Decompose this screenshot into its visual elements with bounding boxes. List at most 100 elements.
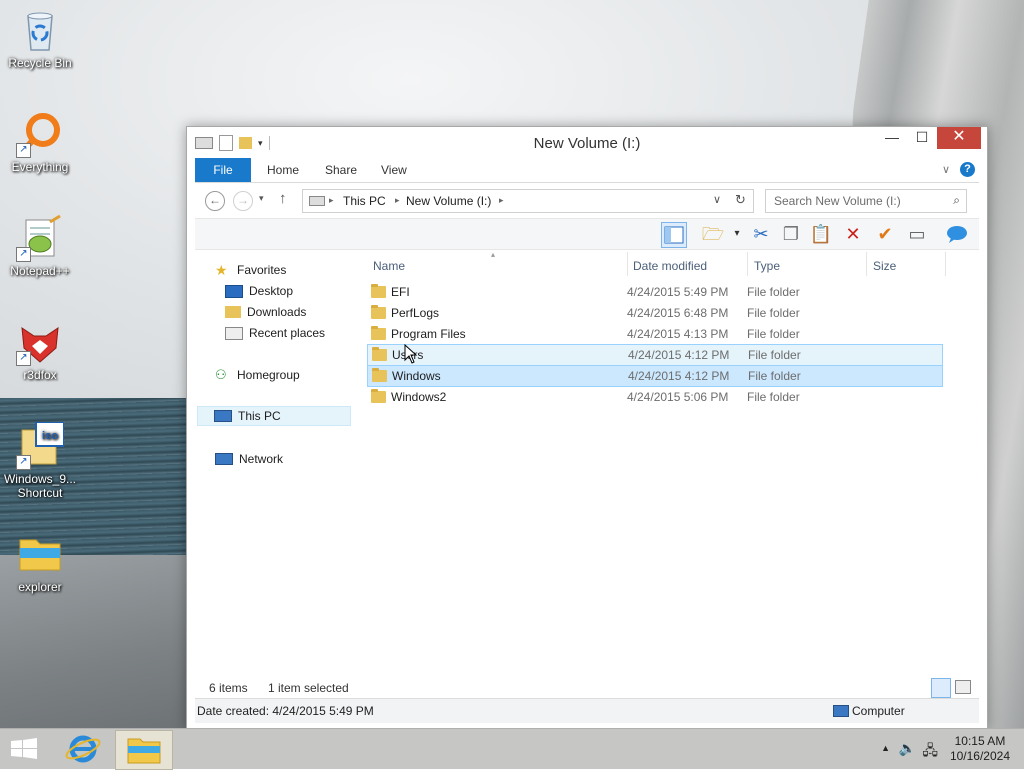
column-header-name[interactable]: Name [373,256,405,276]
column-divider[interactable] [747,252,748,276]
desktop-icon-recycle-bin[interactable]: Recycle Bin [0,6,80,70]
ribbon-expand-icon[interactable]: ∨ [942,163,950,176]
file-name: Windows2 [391,390,447,404]
file-row-program-files[interactable]: Program Files 4/24/2015 4:13 PM File fol… [367,324,941,344]
breadcrumb-this-pc[interactable]: This PC [343,194,386,208]
chat-bubble-icon[interactable] [945,222,969,246]
file-explorer-icon [127,738,161,764]
details-view-icon[interactable] [931,678,951,698]
recent-locations-chevron-icon[interactable]: ▾ [259,193,264,204]
desktop-icon [225,284,243,298]
cut-icon[interactable]: ✂ [749,222,773,246]
file-date: 4/24/2015 4:12 PM [628,348,730,362]
tab-file[interactable]: File [195,158,251,182]
file-name: PerfLogs [391,306,440,320]
delete-icon[interactable]: ✕ [841,222,865,246]
svg-text:iso: iso [42,430,58,442]
forward-button[interactable]: → [233,191,253,211]
homegroup-icon: ⚇ [215,367,227,382]
file-date: 4/24/2015 5:49 PM [627,285,729,299]
desktop-icon-explorer[interactable]: explorer [0,530,80,594]
desktop-icon-label-line1: Windows_9... [3,472,77,486]
desktop-icon-everything[interactable]: ↗ Everything [0,110,80,174]
breadcrumb-separator-icon: ▸ [329,195,334,205]
title-bar[interactable]: ▾ New Volume (I:) — ☐ ✕ [187,127,987,157]
nav-downloads[interactable]: Downloads [225,302,306,322]
network-status-icon[interactable]: 🖧 [922,740,938,764]
column-divider[interactable] [945,252,946,276]
nav-recent-places[interactable]: Recent places [225,323,325,343]
column-divider[interactable] [627,252,628,276]
column-header-date-modified[interactable]: Date modified [633,256,707,276]
start-button[interactable] [10,738,38,760]
tab-home[interactable]: Home [253,158,313,182]
paste-icon[interactable]: 📋 [809,222,833,246]
details-bar: Date created: 4/24/2015 5:49 PM Computer [195,698,979,723]
taskbar-file-explorer[interactable] [115,730,173,770]
nav-this-pc[interactable]: This PC [197,406,351,426]
taskbar: ▲ 🔈 🖧 10:15 AM 10/16/2024 [0,728,1024,770]
explorer-window[interactable]: ▾ New Volume (I:) — ☐ ✕ File Home Share … [186,126,988,730]
tab-view[interactable]: View [367,158,421,182]
file-type: File folder [747,327,800,341]
status-row: 6 items 1 item selected [195,678,979,698]
properties-icon[interactable]: ▭ [905,222,929,246]
file-row-windows2[interactable]: Windows2 4/24/2015 5:06 PM File folder [367,387,941,407]
internet-explorer-icon [65,735,101,763]
copy-icon[interactable]: ❐ [779,222,803,246]
nav-network[interactable]: Network [215,449,283,469]
file-row-perflogs[interactable]: PerfLogs 4/24/2015 6:48 PM File folder [367,303,941,323]
nav-homegroup[interactable]: ⚇ Homegroup [215,365,300,385]
maximize-button[interactable]: ☐ [907,127,937,149]
search-icon[interactable]: ⌕ [953,193,960,208]
rename-check-icon[interactable]: ✔ [873,222,897,246]
minimize-button[interactable]: — [877,127,907,149]
close-button[interactable]: ✕ [937,127,981,149]
network-icon [215,453,233,465]
volume-muted-icon[interactable]: 🔈 [899,740,916,757]
file-type: File folder [748,348,801,362]
file-date: 4/24/2015 6:48 PM [627,306,729,320]
file-date: 4/24/2015 4:13 PM [627,327,729,341]
file-name: EFI [391,285,410,299]
item-count: 6 items [209,681,248,695]
desktop-icon-windows-iso-shortcut[interactable]: iso ↗ Windows_9... Shortcut [0,421,80,500]
large-icons-view-icon[interactable] [955,680,971,694]
shortcut-arrow-icon: ↗ [16,351,31,366]
chevron-down-icon[interactable]: ▾ [725,222,749,246]
address-row: ← → ▾ ↑ ▸ This PC ▸ New Volume (I:) ▸ ∨ … [195,187,979,215]
folder-icon [372,347,387,361]
computer-icon [214,410,232,422]
show-hidden-icons-icon[interactable]: ▲ [881,743,890,753]
refresh-icon[interactable]: ↻ [735,192,746,208]
navigation-pane-icon[interactable] [661,222,687,248]
address-dropdown-icon[interactable]: ∨ [713,193,721,206]
search-input[interactable]: Search New Volume (I:) ⌕ [765,189,967,213]
address-bar[interactable]: ▸ This PC ▸ New Volume (I:) ▸ ∨ ↻ [302,189,754,213]
nav-label: Recent places [249,326,326,340]
up-button[interactable]: ↑ [279,190,287,207]
window-title: New Volume (I:) [533,135,641,152]
back-button[interactable]: ← [205,191,225,211]
column-header-size[interactable]: Size [873,256,896,276]
folder-icon [371,389,386,403]
navigation-pane: ★ Favorites Desktop Downloads Recent pla… [195,252,353,672]
folder-options-icon[interactable]: 🗁 [701,222,725,246]
desktop-icon-notepad-plus-plus[interactable]: ↗ Notepad++ [0,214,80,278]
file-row-efi[interactable]: EFI 4/24/2015 5:49 PM File folder [367,282,941,302]
help-icon[interactable]: ? [960,162,975,177]
nav-desktop[interactable]: Desktop [225,281,293,301]
column-header-type[interactable]: Type [754,256,780,276]
desktop-icon-r3dfox[interactable]: ↗ r3dfox [0,318,80,382]
star-icon: ★ [215,262,228,278]
clock[interactable]: 10:15 AM 10/16/2024 [950,734,1010,764]
breadcrumb-new-volume[interactable]: New Volume (I:) [406,194,491,208]
tab-share[interactable]: Share [311,158,371,182]
file-row-windows[interactable]: Windows 4/24/2015 4:12 PM File folder [367,365,943,387]
column-divider[interactable] [866,252,867,276]
desktop-icon-label: Everything [11,160,69,174]
file-row-users[interactable]: Users 4/24/2015 4:12 PM File folder [367,344,943,366]
taskbar-internet-explorer[interactable] [56,730,112,768]
nav-label: Homegroup [237,368,300,382]
nav-favorites[interactable]: ★ Favorites [215,260,286,280]
